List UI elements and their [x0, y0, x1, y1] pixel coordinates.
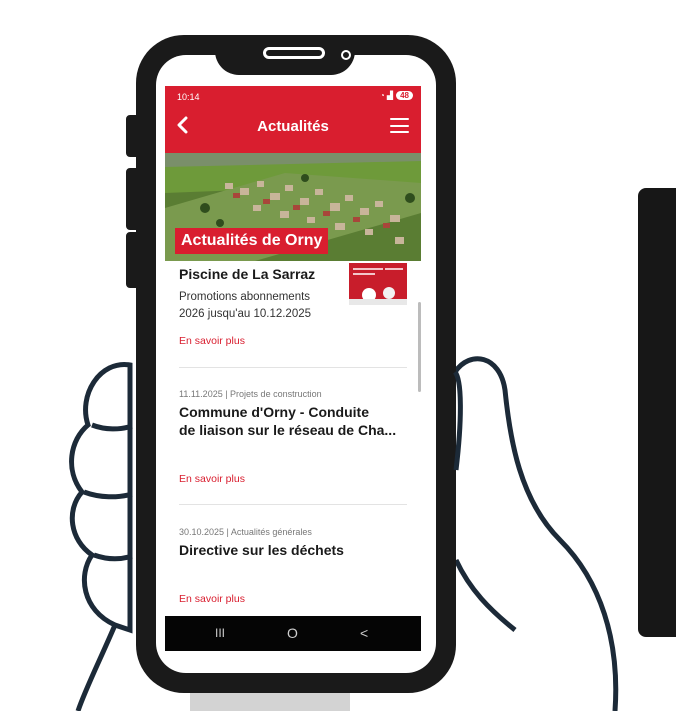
- system-nav-bar: III O <: [165, 616, 421, 651]
- article-meta: 30.10.2025 | Actualités générales: [179, 527, 312, 537]
- system-back-icon[interactable]: <: [360, 625, 368, 641]
- hand-thumb-right: [452, 356, 619, 711]
- phone-speaker: [263, 47, 325, 59]
- read-more-link[interactable]: En savoir plus: [179, 473, 407, 485]
- hand-wrist-left: [75, 624, 118, 711]
- divider: [179, 367, 407, 368]
- battery-indicator: 48: [396, 91, 413, 100]
- hamburger-menu-icon[interactable]: [390, 118, 409, 133]
- article-description-line: 2026 jusqu'au 10.12.2025: [179, 308, 312, 320]
- hand-palm-line: [453, 558, 517, 632]
- read-more-link[interactable]: En savoir plus: [179, 593, 407, 605]
- page-title: Actualités: [257, 118, 329, 135]
- list-item-directive[interactable]: 30.10.2025 | Actualités générales Direct…: [165, 527, 421, 605]
- list-item-conduite[interactable]: 11.11.2025 | Projets de construction Com…: [165, 389, 421, 485]
- article-title: Directive sur les déchets: [179, 542, 344, 558]
- home-icon[interactable]: O: [287, 625, 298, 641]
- article-meta: 11.11.2025 | Projets de construction: [179, 389, 322, 399]
- article-title-line: de liaison sur le réseau de Cha...: [179, 422, 397, 438]
- article-title: Commune d'Orny - Conduite de liaison sur…: [179, 403, 407, 439]
- illustration-stage: 10:14 ◔ ▟ 48 Actualités Actualités de Or…: [0, 0, 676, 711]
- phone-camera: [341, 50, 351, 60]
- article-title-line: Commune d'Orny - Conduite: [179, 404, 369, 420]
- status-icons: ◔ ▟ 48: [380, 91, 413, 100]
- status-time: 10:14: [177, 92, 200, 102]
- app-bar: 10:14 ◔ ▟ 48 Actualités: [165, 86, 421, 153]
- scrollbar[interactable]: [418, 302, 421, 392]
- app-screen: 10:14 ◔ ▟ 48 Actualités Actualités de Or…: [165, 86, 421, 651]
- divider: [179, 504, 407, 505]
- article-thumbnail: [349, 263, 407, 305]
- signal-icon: ◔ ▟: [379, 91, 394, 100]
- hero-label: Actualités de Orny: [175, 228, 329, 254]
- pool-promo-thumbnail: [349, 263, 407, 305]
- read-more-link[interactable]: En savoir plus: [179, 335, 407, 347]
- recent-apps-icon[interactable]: III: [215, 626, 225, 640]
